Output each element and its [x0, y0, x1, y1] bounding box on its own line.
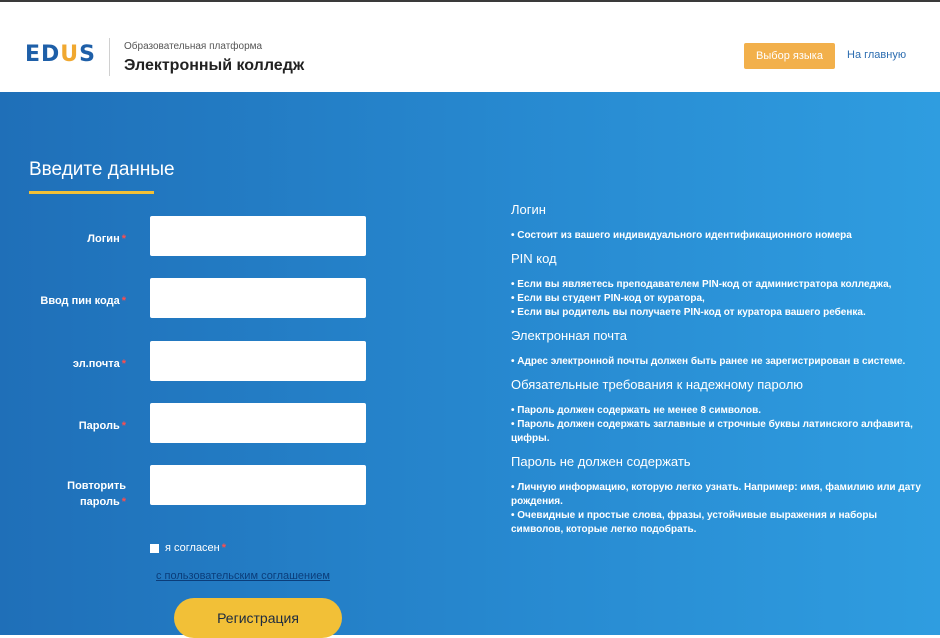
required-mark: *	[221, 542, 227, 554]
required-mark: *	[121, 358, 126, 370]
form-title: Введите данные	[29, 159, 175, 180]
site-header: EDUS Образовательная платформа Электронн…	[0, 2, 940, 92]
repeat-password-input[interactable]	[150, 465, 366, 505]
info-heading: Электронная почта	[511, 328, 628, 343]
info-heading: PIN код	[511, 251, 557, 266]
info-line: • Личную информацию, которую легко узнат…	[511, 482, 921, 507]
platform-title: Электронный колледж	[124, 57, 305, 74]
info-section-pin: PIN код • Если вы являетесь преподавател…	[511, 251, 931, 320]
email-label-text: эл.почта	[72, 358, 120, 370]
info-line: • Пароль должен содержать не менее 8 сим…	[511, 405, 762, 416]
email-label: эл.почта *	[16, 358, 126, 370]
password-label-text: Пароль	[78, 420, 120, 432]
repeat-password-label-line2: пароль	[80, 496, 120, 508]
logo-divider	[109, 38, 110, 76]
register-button[interactable]: Регистрация	[174, 598, 342, 638]
edus-logo[interactable]: EDUS	[25, 44, 96, 66]
password-input[interactable]	[150, 403, 366, 443]
password-label: Пароль *	[16, 420, 126, 432]
info-heading: Обязательные требования к надежному паро…	[511, 377, 804, 392]
pin-label-text: Ввод пин кода	[40, 295, 120, 307]
user-agreement-link[interactable]: с пользовательским соглашением	[156, 570, 330, 582]
agree-checkbox-row[interactable]: я согласен *	[150, 542, 226, 554]
info-line: • Очевидные и простые слова, фразы, усто…	[511, 510, 878, 535]
platform-subtitle: Образовательная платформа	[124, 41, 263, 52]
info-section-email: Электронная почта • Адрес электронной по…	[511, 328, 931, 369]
login-label: Логин *	[16, 233, 126, 245]
email-input[interactable]	[150, 341, 366, 381]
pin-label: Ввод пин кода *	[16, 295, 126, 307]
info-heading: Пароль не должен содержать	[511, 454, 691, 469]
repeat-password-label-line1: Повторить	[67, 480, 126, 492]
required-mark: *	[121, 496, 126, 508]
login-label-text: Логин	[87, 233, 120, 245]
home-link[interactable]: На главную	[847, 49, 906, 61]
agree-checkbox[interactable]	[150, 543, 159, 553]
repeat-password-label: Повторить пароль *	[16, 478, 126, 510]
info-section-password-requirements: Обязательные требования к надежному паро…	[511, 377, 931, 446]
info-panel: Логин • Состоит из вашего индивидуальног…	[511, 202, 931, 545]
info-line: • Пароль должен содержать заглавные и ст…	[511, 419, 913, 444]
info-line: • Если вы студент PIN-код от куратора,	[511, 293, 705, 304]
info-line: • Состоит из вашего индивидуального иден…	[511, 230, 852, 241]
pin-input[interactable]	[150, 278, 366, 318]
info-line: • Адрес электронной почты должен быть ра…	[511, 356, 906, 367]
agree-label: я согласен	[165, 542, 220, 554]
login-input[interactable]	[150, 216, 366, 256]
language-select-button[interactable]: Выбор языка	[744, 43, 835, 69]
info-heading: Логин	[511, 202, 546, 217]
registration-section: Введите данные Логин * Ввод пин кода * эл.…	[0, 92, 940, 638]
required-mark: *	[121, 295, 126, 307]
required-mark: *	[121, 420, 126, 432]
info-line: • Если вы являетесь преподавателем PIN-к…	[511, 279, 892, 290]
info-section-login: Логин • Состоит из вашего индивидуальног…	[511, 202, 931, 243]
info-line: • Если вы родитель вы получаете PIN-код …	[511, 307, 866, 318]
info-section-password-forbidden: Пароль не должен содержать • Личную инфо…	[511, 454, 931, 537]
form-title-underline	[29, 191, 154, 194]
required-mark: *	[121, 233, 126, 245]
